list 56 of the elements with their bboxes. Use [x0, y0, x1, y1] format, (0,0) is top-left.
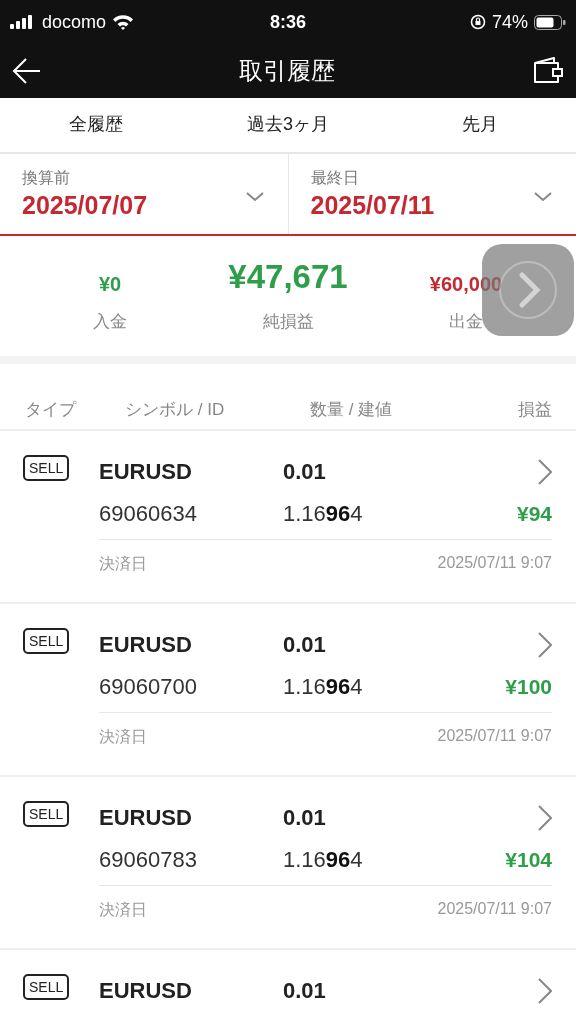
battery-icon	[534, 14, 566, 30]
trade-type-badge: SELL	[23, 801, 70, 827]
volume-text: 0.01	[283, 805, 327, 831]
order-id: 69060700	[99, 674, 198, 700]
price-text: 1.16964	[283, 847, 364, 873]
amount-label: 純損益	[262, 310, 314, 333]
date-value: 2025/07/07	[22, 191, 148, 220]
profit-text: ¥100	[505, 675, 552, 699]
profit-text: ¥104	[505, 848, 552, 872]
wifi-icon	[112, 14, 135, 30]
volume-text: 0.01	[283, 459, 327, 485]
trade-type-badge: SELL	[23, 455, 70, 481]
amount-value: ¥47,671	[228, 259, 348, 296]
column-header: 損益	[518, 399, 552, 421]
date-label: 最終日	[310, 168, 360, 188]
chevron-right-icon[interactable]	[538, 632, 552, 658]
symbol-text: EURUSD	[99, 805, 193, 831]
order-id: 69060634	[99, 501, 198, 527]
amount-label: 出金	[449, 310, 483, 333]
amount-label: 入金	[93, 310, 127, 333]
column-header: 数量 / 建値	[310, 399, 394, 421]
amount-value: ¥60,000	[429, 271, 503, 296]
symbol-text: EURUSD	[99, 978, 193, 1004]
profit-text: ¥94	[516, 502, 552, 526]
settlement-date: 2025/07/11 9:07	[437, 900, 552, 919]
trade-type-badge: SELL	[23, 628, 70, 654]
status-time: 8:36	[270, 11, 306, 33]
column-header: タイプ	[25, 399, 78, 421]
settlement-label: 決済日	[99, 727, 147, 747]
price-text: 1.16964	[283, 674, 364, 700]
volume-text: 0.01	[283, 978, 327, 1004]
date-picker[interactable]: 最終日 2025/07/11	[287, 154, 576, 234]
carrier-name: docomo	[42, 11, 107, 33]
page-title: 取引履歴	[239, 56, 335, 86]
symbol-text: EURUSD	[99, 632, 193, 658]
chevron-down-icon	[534, 192, 552, 202]
symbol-text: EURUSD	[99, 459, 193, 485]
volume-text: 0.01	[283, 632, 327, 658]
trade-type-badge: SELL	[23, 974, 70, 1000]
price-text: 1.16964	[283, 501, 364, 527]
settlement-label: 決済日	[99, 554, 147, 574]
order-id: 69060783	[99, 847, 198, 873]
date-picker[interactable]: 換算前 2025/07/07	[0, 154, 288, 234]
settlement-date: 2025/07/11 9:07	[437, 554, 552, 573]
rotation-lock-icon	[469, 14, 486, 30]
battery-percent: 74%	[491, 11, 528, 33]
chevron-down-icon	[245, 192, 264, 202]
date-label: 換算前	[22, 168, 71, 188]
settlement-label: 決済日	[99, 900, 147, 920]
chevron-right-icon[interactable]	[538, 805, 552, 831]
date-value: 2025/07/11	[310, 191, 435, 220]
chevron-right-icon[interactable]	[538, 459, 552, 485]
settlement-date: 2025/07/11 9:07	[437, 727, 552, 746]
column-header: シンボル / ID	[125, 399, 226, 421]
chevron-right-icon[interactable]	[538, 978, 552, 1004]
amount-value: ¥0	[98, 271, 122, 296]
